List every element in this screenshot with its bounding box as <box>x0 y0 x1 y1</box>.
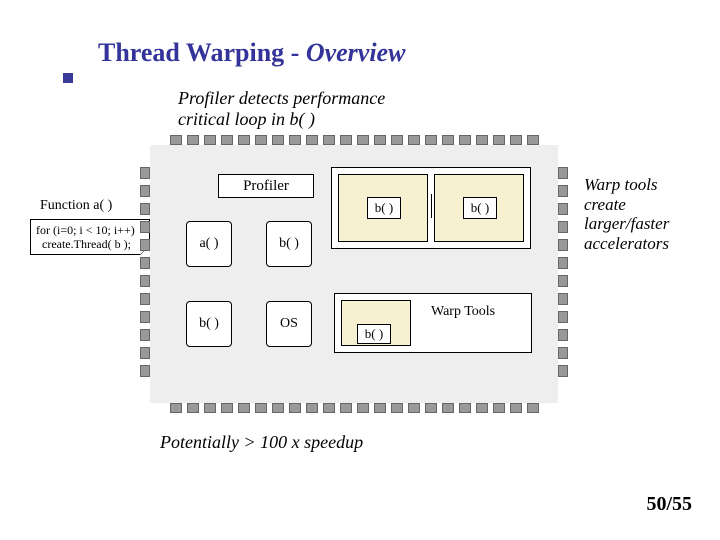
profiler-note-line1: Profiler detects performance <box>178 88 385 109</box>
accelerator-group: b( ) b( ) <box>331 167 531 249</box>
page-number: 50/55 <box>646 493 692 516</box>
warp-note-line4: accelerators <box>584 234 694 254</box>
profiler-box: Profiler <box>218 174 314 198</box>
warp-note-line3: larger/faster <box>584 214 694 234</box>
accelerator-left: b( ) <box>338 174 428 242</box>
warp-tools-group: b( ) Warp Tools <box>334 293 532 353</box>
warp-note: Warp tools create larger/faster accelera… <box>584 175 694 253</box>
warp-bcall: b( ) <box>357 324 391 344</box>
node-b-low: b( ) <box>186 301 232 347</box>
profiler-note-line2: critical loop in b( ) <box>178 109 385 130</box>
chip-interior: Profiler b( ) b( ) a( ) b( ) b( ) OS <box>166 161 542 387</box>
function-label: Function a( ) <box>40 198 112 214</box>
code-line1: for (i=0; i < 10; i++) <box>36 224 144 238</box>
accelerator-right: b( ) <box>434 174 524 242</box>
chip-icon: Profiler b( ) b( ) a( ) b( ) b( ) OS <box>150 145 558 403</box>
page-title: Thread Warping - Overview <box>98 38 405 68</box>
node-os: OS <box>266 301 312 347</box>
speedup-note: Potentially > 100 x speedup <box>160 432 363 453</box>
title-part-a: Thread Warping - <box>98 38 306 67</box>
warp-tools-label: Warp Tools <box>431 304 495 320</box>
title-bullet <box>63 73 73 83</box>
warp-note-line2: create <box>584 195 694 215</box>
code-snippet: for (i=0; i < 10; i++) create.Thread( b … <box>30 219 150 255</box>
warp-note-line1: Warp tools <box>584 175 694 195</box>
code-line2: create.Thread( b ); <box>36 238 144 252</box>
accel-bcall-left: b( ) <box>367 197 401 219</box>
accel-bcall-right: b( ) <box>463 197 497 219</box>
node-b-mid: b( ) <box>266 221 312 267</box>
node-a: a( ) <box>186 221 232 267</box>
profiler-note: Profiler detects performance critical lo… <box>178 88 385 129</box>
title-part-b: Overview <box>306 38 406 67</box>
